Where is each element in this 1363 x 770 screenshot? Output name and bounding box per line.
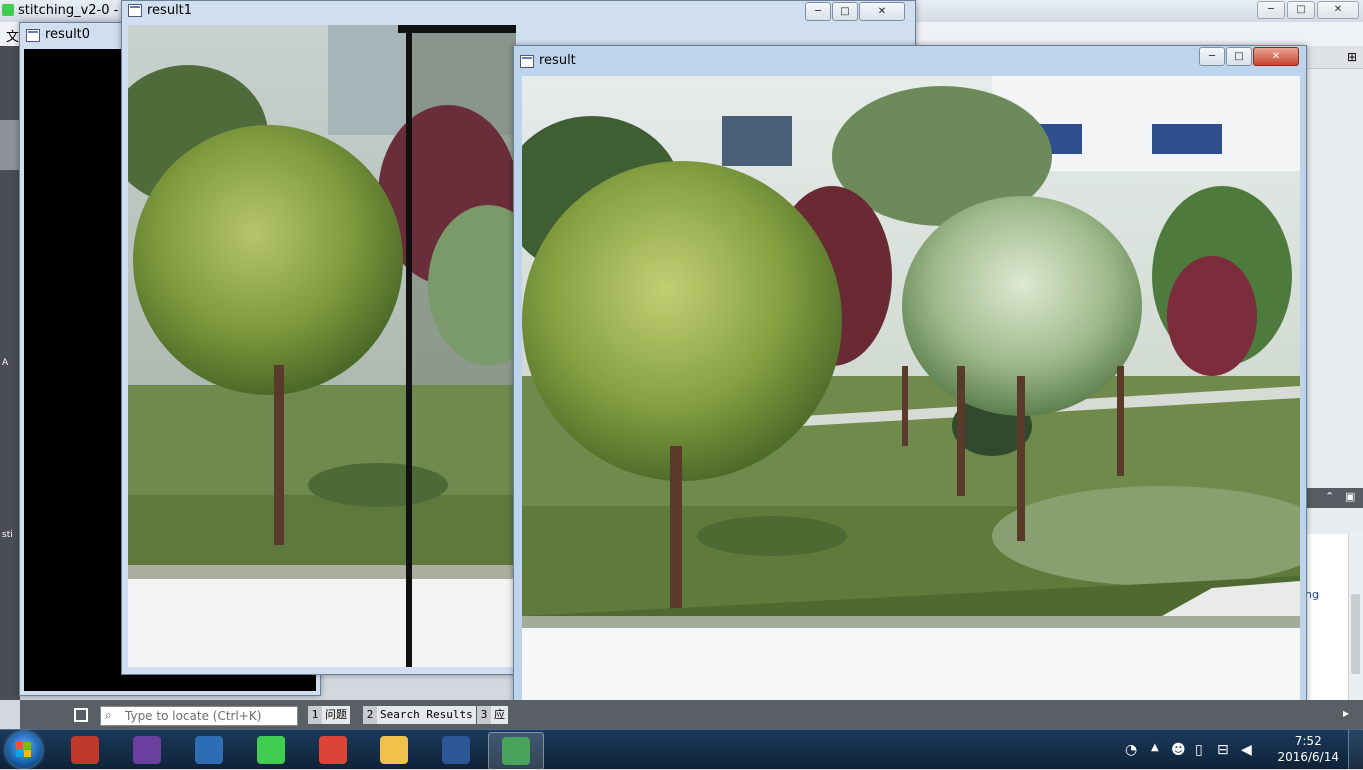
clock-date: 2016/6/14 [1277,750,1339,764]
qt-close-button[interactable]: ✕ [1317,1,1359,19]
result1-stitched-image [128,25,516,667]
result-titlebar[interactable]: result ─ □ ✕ [514,46,1306,74]
show-desktop-button[interactable] [1348,730,1363,769]
clock-time: 7:52 [1294,734,1322,748]
taskbar-app-chrome[interactable] [306,732,360,768]
volume-icon[interactable]: ◀ [1241,742,1252,758]
result-title: result [539,53,576,68]
locator-placeholder: Type to locate (Ctrl+K) [125,709,262,723]
taskbar-app-file-explorer[interactable] [367,732,421,768]
toggle-sidebar-button[interactable] [74,708,88,722]
qt-minimize-button[interactable]: ─ [1257,1,1285,19]
result-minimize-button[interactable]: ─ [1199,47,1225,66]
qt-mode-sidebar: A sti [0,46,20,700]
taskbar-app-opencv-window[interactable] [488,732,544,770]
start-button[interactable] [6,732,42,768]
result-stitched-image [522,76,1300,717]
qt-right-panel: ⊞ ⌃ ▣ ng [1305,46,1363,700]
tab-number: 3 [477,706,491,724]
dev-cx-icon [195,736,223,764]
window-icon [128,4,142,17]
locator-search-input[interactable]: ⌕ Type to locate (Ctrl+K) [100,706,298,726]
window-result[interactable]: result ─ □ ✕ [513,45,1307,724]
taskbar-app-visual-studio[interactable] [120,732,174,768]
window-icon [502,737,530,765]
word-icon [442,736,470,764]
sidebar-label-project[interactable]: sti [2,530,13,540]
result1-titlebar[interactable]: result1 ─ □ ✕ [122,1,915,21]
qt-logo-icon [2,4,14,16]
menu-file[interactable]: 文 [6,26,19,45]
result1-minimize-button[interactable]: ─ [805,2,831,21]
tab-issues[interactable]: 1 问题 [308,706,350,724]
tab-number: 2 [363,706,377,724]
panel-header-band: ⌃ ▣ [1305,488,1363,508]
window-icon [26,29,40,42]
scroll-thumb[interactable] [1351,594,1360,674]
sidebar-label-a: A [2,358,9,368]
taskbar-app-word[interactable] [429,732,483,768]
result-maximize-button[interactable]: □ [1226,47,1252,66]
wifi-icon[interactable]: ◔ [1125,742,1137,758]
taskbar-app-database-tool[interactable] [58,732,112,768]
vertical-scrollbar[interactable] [1348,534,1363,700]
cylinders-gear-icon [71,736,99,764]
window-icon [520,55,534,68]
network-icon[interactable]: ⊟ [1217,742,1229,758]
qt-maximize-button[interactable]: □ [1287,1,1315,19]
chrome-icon [319,736,347,764]
tab-application-output[interactable]: 3应 [477,706,508,724]
taskbar-app-qt-creator[interactable] [244,732,298,768]
windows-logo-icon [16,742,32,758]
clock[interactable]: 7:52 2016/6/14 [1277,733,1339,765]
result1-title: result1 [147,3,193,18]
tab-label: 问题 [325,708,347,721]
tab-search-results[interactable]: 2 Search Results [363,706,476,724]
collapse-up-icon[interactable]: ⌃ [1325,490,1334,503]
tab-label: Search Results [380,708,473,721]
qt-icon [257,736,285,764]
result1-close-button[interactable]: ✕ [859,2,905,21]
windows-taskbar: ◔ ▲ ☻ ▯ ⊟ ◀ 7:52 2016/6/14 [0,729,1363,770]
float-pane-icon[interactable]: ▣ [1345,490,1355,503]
tab-number: 1 [308,706,322,724]
mode-selected-item[interactable] [0,120,20,170]
split-icon[interactable]: ⊞ [1347,50,1357,64]
infinity-icon [133,736,161,764]
pane-scroll-right-icon[interactable]: ▸ [1343,706,1357,722]
qt-output-bar: ⌕ Type to locate (Ctrl+K) 1 问题 2 Search Re… [20,700,1363,729]
result-close-button[interactable]: ✕ [1253,47,1299,66]
result0-title: result0 [45,27,91,42]
result1-maximize-button[interactable]: □ [832,2,858,21]
tab-label: 应 [494,708,505,721]
search-icon: ⌕ [105,708,112,722]
taskbar-app-devexpress[interactable] [182,732,236,768]
output-link-text[interactable]: ng [1305,588,1319,601]
folder-icon [380,736,408,764]
chevron-up-icon[interactable]: ▲ [1151,742,1159,753]
qq-icon[interactable]: ☻ [1171,742,1186,758]
split-header: ⊞ [1305,46,1363,69]
system-tray: ◔ ▲ ☻ ▯ ⊟ ◀ 7:52 2016/6/14 [1113,730,1363,769]
usb-device-icon[interactable]: ▯ [1195,742,1203,758]
